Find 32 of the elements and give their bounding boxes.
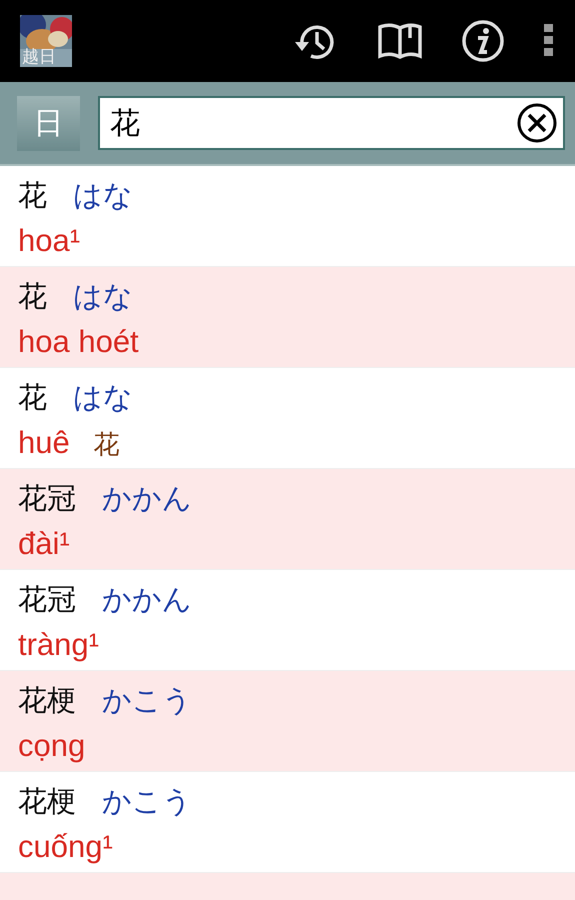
result-row[interactable]: 花 はな hoa¹	[0, 166, 575, 267]
headword-text: 花	[18, 177, 47, 214]
info-icon[interactable]	[461, 19, 505, 63]
clear-icon[interactable]	[517, 103, 557, 143]
meaning-text: hoa¹	[18, 222, 80, 260]
logo-text: 越日	[22, 49, 56, 66]
reading-text: かかん	[102, 480, 192, 517]
result-row[interactable]: 花冠 かかん tràng¹	[0, 570, 575, 671]
meaning-text: huê	[18, 424, 70, 462]
reading-text: はな	[73, 278, 133, 315]
headword-text: 花冠	[18, 581, 76, 618]
reading-text: はな	[73, 177, 133, 214]
meaning-text: cọng	[18, 727, 86, 765]
meaning-text: đài¹	[18, 525, 70, 563]
meaning-text: cuống¹	[18, 828, 113, 866]
meaning-text: hoa hoét	[18, 323, 139, 361]
result-row[interactable]: 花梗 かこう cuống¹	[0, 772, 575, 873]
menu-icon[interactable]	[543, 23, 555, 59]
kanji-note-text: 花	[94, 429, 120, 462]
meaning-text: tràng¹	[18, 626, 99, 664]
reading-text: かかん	[102, 581, 192, 618]
reading-text: かこう	[102, 783, 192, 820]
headword-text: 花	[18, 278, 47, 315]
search-field[interactable]: 花	[98, 96, 565, 150]
result-row[interactable]: 花 はな huê 花	[0, 368, 575, 469]
reading-text: はな	[73, 379, 133, 416]
headword-text: 花	[18, 379, 47, 416]
headword-text: 花梗	[18, 783, 76, 820]
headword-text: 花梗	[18, 682, 76, 719]
reading-text: かこう	[102, 682, 192, 719]
book-icon[interactable]	[377, 21, 423, 61]
headword-text: 花冠	[18, 480, 76, 517]
